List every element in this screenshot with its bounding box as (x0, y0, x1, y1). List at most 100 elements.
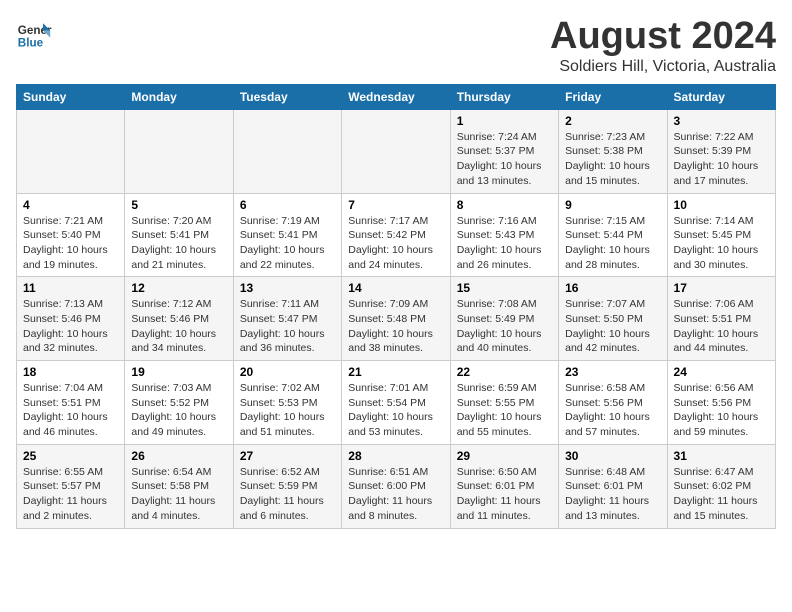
day-cell: 25Sunrise: 6:55 AM Sunset: 5:57 PM Dayli… (17, 444, 125, 528)
day-number: 26 (131, 449, 226, 463)
header: General Blue August 2024 Soldiers Hill, … (16, 16, 776, 76)
day-number: 23 (565, 365, 660, 379)
day-info: Sunrise: 6:47 AM Sunset: 6:02 PM Dayligh… (674, 465, 769, 524)
day-info: Sunrise: 7:24 AM Sunset: 5:37 PM Dayligh… (457, 130, 552, 189)
week-row-5: 25Sunrise: 6:55 AM Sunset: 5:57 PM Dayli… (17, 444, 776, 528)
day-info: Sunrise: 7:03 AM Sunset: 5:52 PM Dayligh… (131, 381, 226, 440)
day-number: 16 (565, 281, 660, 295)
day-cell: 16 Sunrise: 7:07 AM Sunset: 5:50 PM Dayli… (559, 277, 667, 361)
day-info: Sunrise: 7:01 AM Sunset: 5:54 PM Dayligh… (348, 381, 443, 440)
day-cell: 27 Sunrise: 6:52 AM Sunset: 5:59 PM Dayli… (233, 444, 341, 528)
day-number: 9 (565, 198, 660, 212)
day-number: 24 (674, 365, 769, 379)
day-info: Sunrise: 6:56 AM Sunset: 5:56 PM Dayligh… (674, 381, 769, 440)
day-number: 22 (457, 365, 552, 379)
week-row-1: 1 Sunrise: 7:24 AM Sunset: 5:37 PM Daylig… (17, 109, 776, 193)
col-header-thursday: Thursday (450, 84, 558, 109)
day-cell: 11 Sunrise: 7:13 AM Sunset: 5:46 PM Dayli… (17, 277, 125, 361)
day-cell (17, 109, 125, 193)
day-number: 8 (457, 198, 552, 212)
day-cell: 30 Sunrise: 6:48 AM Sunset: 6:01 PM Dayli… (559, 444, 667, 528)
day-cell: 21 Sunrise: 7:01 AM Sunset: 5:54 PM Dayli… (342, 361, 450, 445)
day-cell: 14 Sunrise: 7:09 AM Sunset: 5:48 PM Dayli… (342, 277, 450, 361)
day-cell: 3 Sunrise: 7:22 AM Sunset: 5:39 PM Daylig… (667, 109, 775, 193)
col-header-sunday: Sunday (17, 84, 125, 109)
day-cell: 6 Sunrise: 7:19 AM Sunset: 5:41 PM Daylig… (233, 193, 341, 277)
day-cell: 18 Sunrise: 7:04 AM Sunset: 5:51 PM Dayli… (17, 361, 125, 445)
day-info: Sunrise: 7:21 AM Sunset: 5:40 PM Dayligh… (23, 214, 118, 273)
day-info: Sunrise: 7:16 AM Sunset: 5:43 PM Dayligh… (457, 214, 552, 273)
day-cell: 13Sunrise: 7:11 AM Sunset: 5:47 PM Dayli… (233, 277, 341, 361)
day-cell: 29Sunrise: 6:50 AM Sunset: 6:01 PM Dayli… (450, 444, 558, 528)
day-cell: 28Sunrise: 6:51 AM Sunset: 6:00 PM Dayli… (342, 444, 450, 528)
week-row-4: 18 Sunrise: 7:04 AM Sunset: 5:51 PM Dayli… (17, 361, 776, 445)
day-info: Sunrise: 7:11 AM Sunset: 5:47 PM Dayligh… (240, 297, 335, 356)
col-header-monday: Monday (125, 84, 233, 109)
day-number: 20 (240, 365, 335, 379)
day-info: Sunrise: 6:48 AM Sunset: 6:01 PM Dayligh… (565, 465, 660, 524)
col-header-saturday: Saturday (667, 84, 775, 109)
day-cell: 24 Sunrise: 6:56 AM Sunset: 5:56 PM Dayli… (667, 361, 775, 445)
day-info: Sunrise: 6:54 AM Sunset: 5:58 PM Dayligh… (131, 465, 226, 524)
day-number: 19 (131, 365, 226, 379)
day-number: 30 (565, 449, 660, 463)
day-info: Sunrise: 6:59 AM Sunset: 5:55 PM Dayligh… (457, 381, 552, 440)
day-cell: 10 Sunrise: 7:14 AM Sunset: 5:45 PM Dayli… (667, 193, 775, 277)
day-info: Sunrise: 7:22 AM Sunset: 5:39 PM Dayligh… (674, 130, 769, 189)
day-cell: 1 Sunrise: 7:24 AM Sunset: 5:37 PM Daylig… (450, 109, 558, 193)
day-number: 11 (23, 281, 118, 295)
day-cell: 4Sunrise: 7:21 AM Sunset: 5:40 PM Daylig… (17, 193, 125, 277)
page-title: August 2024 (550, 16, 776, 58)
day-info: Sunrise: 6:58 AM Sunset: 5:56 PM Dayligh… (565, 381, 660, 440)
day-number: 10 (674, 198, 769, 212)
day-cell: 12Sunrise: 7:12 AM Sunset: 5:46 PM Dayli… (125, 277, 233, 361)
day-cell: 5Sunrise: 7:20 AM Sunset: 5:41 PM Daylig… (125, 193, 233, 277)
day-number: 27 (240, 449, 335, 463)
day-info: Sunrise: 7:12 AM Sunset: 5:46 PM Dayligh… (131, 297, 226, 356)
day-number: 15 (457, 281, 552, 295)
day-cell (233, 109, 341, 193)
day-number: 18 (23, 365, 118, 379)
day-info: Sunrise: 7:08 AM Sunset: 5:49 PM Dayligh… (457, 297, 552, 356)
day-number: 2 (565, 114, 660, 128)
day-info: Sunrise: 7:04 AM Sunset: 5:51 PM Dayligh… (23, 381, 118, 440)
day-number: 28 (348, 449, 443, 463)
day-info: Sunrise: 7:15 AM Sunset: 5:44 PM Dayligh… (565, 214, 660, 273)
day-info: Sunrise: 7:14 AM Sunset: 5:45 PM Dayligh… (674, 214, 769, 273)
day-cell: 31 Sunrise: 6:47 AM Sunset: 6:02 PM Dayli… (667, 444, 775, 528)
day-info: Sunrise: 7:19 AM Sunset: 5:41 PM Dayligh… (240, 214, 335, 273)
week-row-3: 11 Sunrise: 7:13 AM Sunset: 5:46 PM Dayli… (17, 277, 776, 361)
day-number: 14 (348, 281, 443, 295)
title-area: August 2024 Soldiers Hill, Victoria, Aus… (550, 16, 776, 76)
col-header-tuesday: Tuesday (233, 84, 341, 109)
day-cell: 2Sunrise: 7:23 AM Sunset: 5:38 PM Daylig… (559, 109, 667, 193)
calendar-header: SundayMondayTuesdayWednesdayThursdayFrid… (17, 84, 776, 109)
day-info: Sunrise: 7:07 AM Sunset: 5:50 PM Dayligh… (565, 297, 660, 356)
week-row-2: 4Sunrise: 7:21 AM Sunset: 5:40 PM Daylig… (17, 193, 776, 277)
logo-icon: General Blue (16, 16, 52, 52)
day-number: 25 (23, 449, 118, 463)
day-info: Sunrise: 7:13 AM Sunset: 5:46 PM Dayligh… (23, 297, 118, 356)
day-info: Sunrise: 7:09 AM Sunset: 5:48 PM Dayligh… (348, 297, 443, 356)
day-number: 6 (240, 198, 335, 212)
day-cell: 8 Sunrise: 7:16 AM Sunset: 5:43 PM Daylig… (450, 193, 558, 277)
day-number: 21 (348, 365, 443, 379)
day-info: Sunrise: 7:02 AM Sunset: 5:53 PM Dayligh… (240, 381, 335, 440)
day-number: 7 (348, 198, 443, 212)
day-info: Sunrise: 7:06 AM Sunset: 5:51 PM Dayligh… (674, 297, 769, 356)
col-header-friday: Friday (559, 84, 667, 109)
page-subtitle: Soldiers Hill, Victoria, Australia (550, 58, 776, 76)
day-cell: 19 Sunrise: 7:03 AM Sunset: 5:52 PM Dayli… (125, 361, 233, 445)
day-number: 31 (674, 449, 769, 463)
day-cell (342, 109, 450, 193)
svg-text:Blue: Blue (18, 37, 44, 50)
calendar-body: 1 Sunrise: 7:24 AM Sunset: 5:37 PM Daylig… (17, 109, 776, 528)
day-info: Sunrise: 6:52 AM Sunset: 5:59 PM Dayligh… (240, 465, 335, 524)
day-cell: 22 Sunrise: 6:59 AM Sunset: 5:55 PM Dayli… (450, 361, 558, 445)
day-number: 29 (457, 449, 552, 463)
day-cell: 9 Sunrise: 7:15 AM Sunset: 5:44 PM Daylig… (559, 193, 667, 277)
day-cell: 17Sunrise: 7:06 AM Sunset: 5:51 PM Dayli… (667, 277, 775, 361)
day-cell: 23 Sunrise: 6:58 AM Sunset: 5:56 PM Dayli… (559, 361, 667, 445)
day-number: 3 (674, 114, 769, 128)
day-number: 1 (457, 114, 552, 128)
